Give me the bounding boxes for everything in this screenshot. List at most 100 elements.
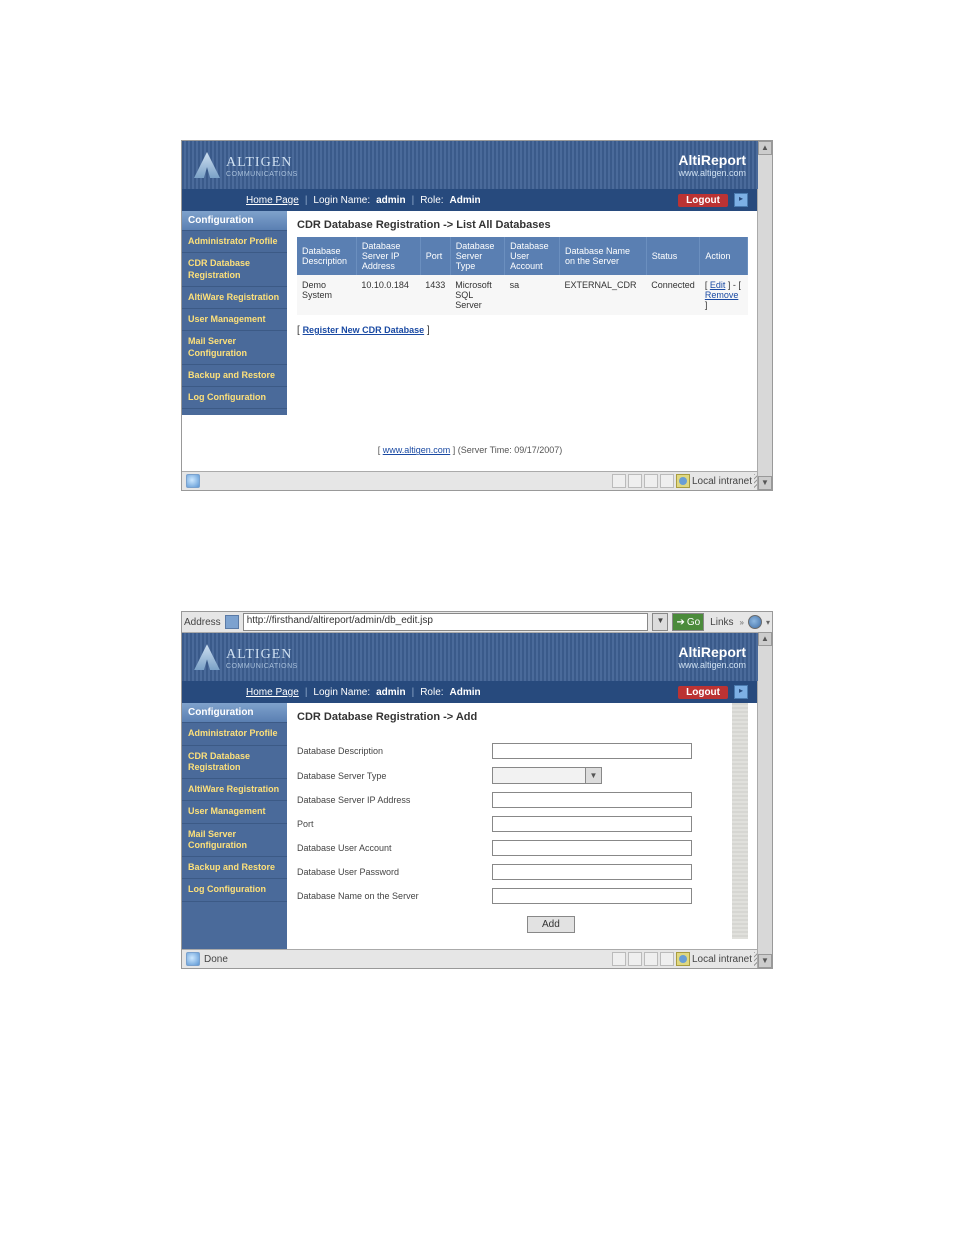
security-zone-label: Local intranet — [692, 954, 752, 965]
scroll-up-icon[interactable] — [758, 632, 772, 646]
table-header-row: Database Description Database Server IP … — [297, 237, 748, 275]
sidebar-item-cdr-registration[interactable]: CDR Database Registration — [182, 746, 287, 780]
status-text: Done — [204, 954, 228, 965]
login-name-value: admin — [376, 195, 405, 206]
register-new-db-link[interactable]: Register New CDR Database — [303, 325, 425, 335]
ie-page-icon — [186, 952, 200, 966]
form-row-port: Port — [297, 812, 732, 836]
input-user[interactable] — [492, 840, 692, 856]
select-type[interactable]: ▼ — [492, 767, 602, 784]
config-sidebar: Configuration Administrator Profile CDR … — [182, 703, 287, 949]
sidebar-item-altiware-registration[interactable]: AltiWare Registration — [182, 779, 287, 801]
logout-arrow-icon[interactable]: ▸ — [734, 685, 748, 699]
label-type: Database Server Type — [297, 771, 492, 781]
scroll-up-icon[interactable] — [758, 141, 772, 155]
add-button[interactable]: Add — [527, 916, 575, 933]
logo-text: ALTIGEN — [226, 155, 298, 171]
cell-status: Connected — [646, 275, 700, 315]
brand-url: www.altigen.com — [678, 660, 746, 670]
col-user: Database User Account — [505, 237, 560, 275]
altigen-logo: ALTIGEN COMMUNICATIONS — [194, 644, 298, 670]
role-value: Admin — [450, 195, 481, 206]
globe-dropdown-icon[interactable]: ▾ — [766, 618, 770, 627]
cell-dbname: EXTERNAL_CDR — [559, 275, 646, 315]
browser-status-bar: Done Local intranet — [182, 949, 772, 968]
form-row-dbname: Database Name on the Server — [297, 884, 732, 908]
sidebar-item-backup-restore[interactable]: Backup and Restore — [182, 365, 287, 387]
label-ip: Database Server IP Address — [297, 795, 492, 805]
go-button[interactable]: ➔Go — [672, 613, 704, 631]
sidebar-item-cdr-registration[interactable]: CDR Database Registration — [182, 253, 287, 287]
table-row: Demo System 10.10.0.184 1433 Microsoft S… — [297, 275, 748, 315]
remove-link[interactable]: Remove — [705, 290, 739, 300]
database-table: Database Description Database Server IP … — [297, 237, 748, 315]
sidebar-item-mail-server[interactable]: Mail Server Configuration — [182, 824, 287, 858]
chevron-down-icon: ▼ — [585, 768, 601, 783]
form-row-user: Database User Account — [297, 836, 732, 860]
status-cell — [660, 474, 674, 488]
security-zone-icon — [676, 474, 690, 488]
logout-arrow-icon[interactable]: ▸ — [734, 193, 748, 207]
status-cell — [644, 474, 658, 488]
page-footer: [ www.altigen.com ] (Server Time: 09/17/… — [182, 415, 758, 471]
config-sidebar: Configuration Administrator Profile CDR … — [182, 211, 287, 415]
login-name-value: admin — [376, 687, 405, 698]
input-desc[interactable] — [492, 743, 692, 759]
address-dropdown-icon[interactable]: ▼ — [652, 613, 668, 631]
logout-button[interactable]: Logout — [678, 194, 728, 207]
page-title: CDR Database Registration -> List All Da… — [297, 211, 748, 237]
links-label[interactable]: Links — [708, 617, 735, 628]
main-content: CDR Database Registration -> List All Da… — [287, 211, 758, 415]
logout-button[interactable]: Logout — [678, 686, 728, 699]
col-status: Status — [646, 237, 700, 275]
brand-block: AltiReport www.altigen.com — [678, 644, 746, 670]
ie-page-icon — [186, 474, 200, 488]
sidebar-item-altiware-registration[interactable]: AltiWare Registration — [182, 287, 287, 309]
label-dbname: Database Name on the Server — [297, 891, 492, 901]
links-chevron-icon[interactable]: » — [740, 618, 744, 627]
scroll-down-icon[interactable] — [758, 954, 772, 968]
role-value: Admin — [450, 687, 481, 698]
page-title: CDR Database Registration -> Add — [297, 703, 732, 729]
brand-url: www.altigen.com — [678, 168, 746, 178]
address-bar: Address http://firsthand/altireport/admi… — [182, 612, 772, 633]
go-arrow-icon: ➔ — [676, 617, 684, 628]
label-user: Database User Account — [297, 843, 492, 853]
status-cell — [612, 474, 626, 488]
edit-link[interactable]: Edit — [710, 280, 726, 290]
cell-port: 1433 — [420, 275, 450, 315]
role-label: Role: — [420, 195, 443, 206]
sidebar-item-admin-profile[interactable]: Administrator Profile — [182, 723, 287, 745]
app-banner: ALTIGEN COMMUNICATIONS AltiReport www.al… — [182, 633, 758, 681]
col-type: Database Server Type — [450, 237, 504, 275]
sidebar-item-log-config[interactable]: Log Configuration — [182, 387, 287, 409]
address-input[interactable]: http://firsthand/altireport/admin/db_edi… — [243, 613, 649, 631]
sidebar-item-mail-server[interactable]: Mail Server Configuration — [182, 331, 287, 365]
col-ip: Database Server IP Address — [356, 237, 420, 275]
sidebar-item-log-config[interactable]: Log Configuration — [182, 879, 287, 901]
home-page-link[interactable]: Home Page — [246, 195, 299, 206]
globe-icon[interactable] — [748, 615, 762, 629]
label-desc: Database Description — [297, 746, 492, 756]
sidebar-item-backup-restore[interactable]: Backup and Restore — [182, 857, 287, 879]
footer-link[interactable]: www.altigen.com — [383, 445, 451, 455]
scroll-down-icon[interactable] — [758, 476, 772, 490]
vertical-scrollbar[interactable] — [757, 632, 772, 968]
input-port[interactable] — [492, 816, 692, 832]
sidebar-item-admin-profile[interactable]: Administrator Profile — [182, 231, 287, 253]
sidebar-item-user-management[interactable]: User Management — [182, 801, 287, 823]
col-dbname: Database Name on the Server — [559, 237, 646, 275]
app-banner: ALTIGEN COMMUNICATIONS AltiReport www.al… — [182, 141, 758, 189]
sidebar-header: Configuration — [182, 703, 287, 723]
input-ip[interactable] — [492, 792, 692, 808]
col-desc: Database Description — [297, 237, 356, 275]
input-pass[interactable] — [492, 864, 692, 880]
home-page-link[interactable]: Home Page — [246, 687, 299, 698]
login-name-label: Login Name: — [313, 195, 370, 206]
sidebar-item-user-management[interactable]: User Management — [182, 309, 287, 331]
security-zone-icon — [676, 952, 690, 966]
page-icon — [225, 615, 239, 629]
input-dbname[interactable] — [492, 888, 692, 904]
vertical-scrollbar[interactable] — [757, 141, 772, 490]
status-cell — [612, 952, 626, 966]
